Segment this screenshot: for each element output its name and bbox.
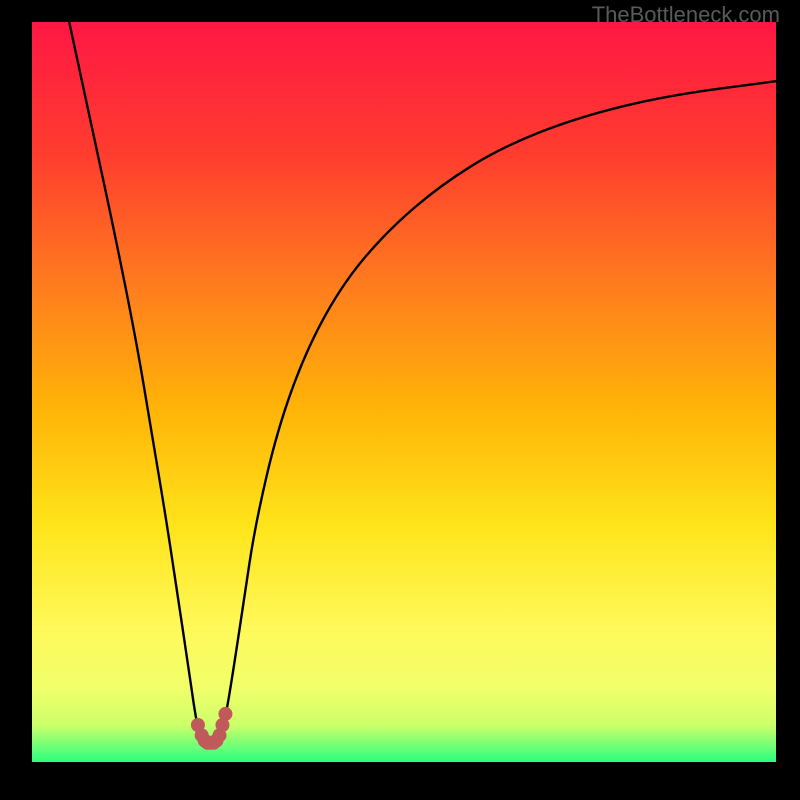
valley-dot: [201, 736, 215, 750]
plot-svg: [32, 22, 776, 762]
valley-dot: [215, 718, 229, 732]
valley-dot: [207, 736, 221, 750]
valley-dot: [204, 736, 218, 750]
valley-dot: [195, 728, 209, 742]
valley-dot: [212, 728, 226, 742]
valley-dot: [210, 734, 224, 748]
valley-marker-dots: [191, 707, 233, 750]
valley-dot: [191, 718, 205, 732]
gradient-background: [32, 22, 776, 762]
valley-dot: [198, 734, 212, 748]
chart-frame: TheBottleneck.com: [0, 0, 800, 800]
valley-dot: [218, 707, 232, 721]
bottleneck-curve: [69, 22, 776, 743]
watermark-text: TheBottleneck.com: [592, 2, 780, 28]
plot-area: [32, 22, 776, 762]
